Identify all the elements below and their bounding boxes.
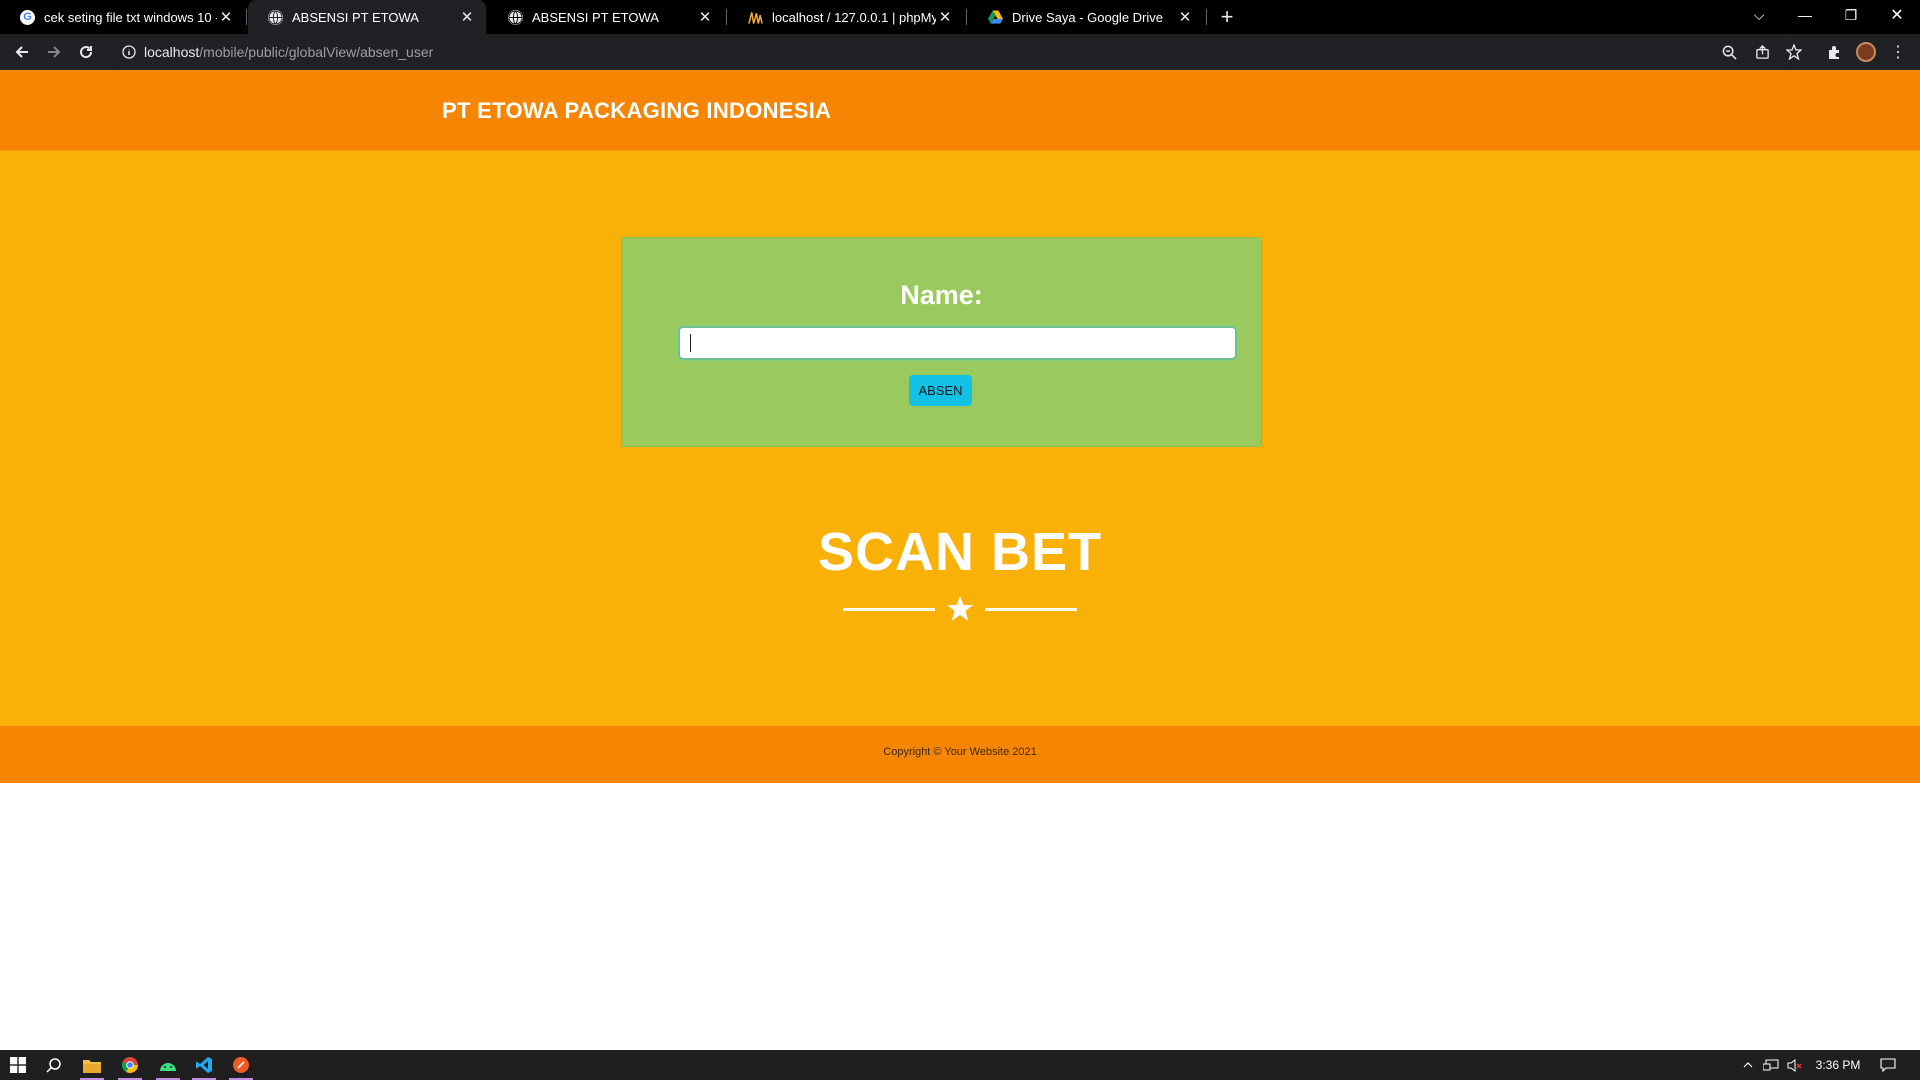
search-icon[interactable] [36,1050,72,1080]
forward-icon[interactable] [40,38,68,66]
tab-separator [246,9,247,25]
profile-avatar[interactable] [1852,38,1880,66]
url-text: localhost/mobile/public/globalView/absen… [144,44,433,60]
globe-icon [268,9,283,25]
clock[interactable]: 3:36 PM [1808,1050,1868,1080]
close-window-icon[interactable]: ✕ [1874,0,1920,30]
address-bar[interactable]: localhost/mobile/public/globalView/absen… [108,37,1798,67]
close-tab-icon[interactable]: ✕ [458,8,476,26]
site-info-icon[interactable] [114,45,144,59]
hero-title: SCAN BET [817,522,1102,582]
share-icon[interactable] [1748,38,1776,66]
browser-toolbar: localhost/mobile/public/globalView/absen… [0,34,1920,70]
browser-tab-1[interactable]: G cek seting file txt windows 10 - P ✕ [0,0,245,34]
browser-menu-icon[interactable]: ⋮ [1884,38,1912,66]
bookmark-star-icon[interactable] [1780,38,1808,66]
browser-tab-strip: G cek seting file txt windows 10 - P ✕ A… [0,0,1920,34]
google-drive-icon [988,10,1003,25]
tab-title: ABSENSI PT ETOWA [532,9,659,25]
tab-title: localhost / 127.0.0.1 | phpMyAdm [772,9,936,25]
tab-title: cek seting file txt windows 10 - P [44,9,217,25]
site-header: PT ETOWA PACKAGING INDONESIA [0,70,1920,151]
web-page: PT ETOWA PACKAGING INDONESIA Name: ABSEN… [0,70,1920,1080]
google-icon: G [20,9,35,25]
new-tab-button[interactable]: + [1214,4,1240,30]
windows-start-icon[interactable] [0,1050,36,1080]
reload-icon[interactable] [72,38,100,66]
tab-title: Drive Saya - Google Drive [1012,9,1163,25]
divider-line-left [843,608,935,611]
star-icon [947,596,973,621]
close-tab-icon[interactable]: ✕ [1176,8,1194,26]
globe-icon [508,9,523,25]
site-footer: Copyright © Your Website 2021 [0,726,1920,783]
attendance-form-card: Name: ABSEN [621,237,1262,447]
divider-line-right [985,608,1077,611]
name-input[interactable] [678,326,1237,360]
tab-separator [966,9,967,25]
name-label: Name: [900,280,983,310]
url-host: localhost [144,44,200,60]
tab-search-icon[interactable]: ⌵ [1736,0,1782,30]
absen-button[interactable]: ABSEN [909,375,972,406]
zoom-icon[interactable] [1715,38,1743,66]
close-tab-icon[interactable]: ✕ [936,8,954,26]
postman-icon[interactable] [223,1050,259,1080]
chrome-icon[interactable] [112,1050,148,1080]
network-icon[interactable] [1760,1050,1782,1080]
phpmyadmin-icon [748,10,763,25]
browser-tab-3[interactable]: ABSENSI PT ETOWA ✕ [488,0,724,34]
close-tab-icon[interactable]: ✕ [696,8,714,26]
vscode-icon[interactable] [186,1050,222,1080]
file-explorer-icon[interactable] [74,1050,110,1080]
text-caret [690,334,691,352]
browser-tab-2[interactable]: ABSENSI PT ETOWA ✕ [248,0,486,34]
minimize-icon[interactable]: — [1782,0,1828,30]
extensions-icon[interactable] [1820,38,1848,66]
restore-icon[interactable]: ❐ [1828,0,1874,30]
close-tab-icon[interactable]: ✕ [217,8,235,26]
volume-muted-icon[interactable] [1784,1050,1806,1080]
site-brand[interactable]: PT ETOWA PACKAGING INDONESIA [442,98,831,124]
android-studio-icon[interactable] [150,1050,186,1080]
windows-taskbar: 3:36 PM [0,1050,1920,1080]
tab-separator [726,9,727,25]
tab-title: ABSENSI PT ETOWA [292,9,419,25]
url-path: /mobile/public/globalView/absen_user [199,44,434,60]
browser-tab-4[interactable]: localhost / 127.0.0.1 | phpMyAdm ✕ [728,0,964,34]
copyright-text: Copyright © Your Website 2021 [883,746,1037,758]
tray-overflow-icon[interactable] [1738,1050,1758,1080]
site-main: Name: ABSEN SCAN BET [0,151,1920,726]
back-icon[interactable] [8,38,36,66]
notification-center-icon[interactable] [1872,1050,1904,1080]
tab-separator [1206,9,1207,25]
browser-tab-5[interactable]: Drive Saya - Google Drive ✕ [968,0,1204,34]
